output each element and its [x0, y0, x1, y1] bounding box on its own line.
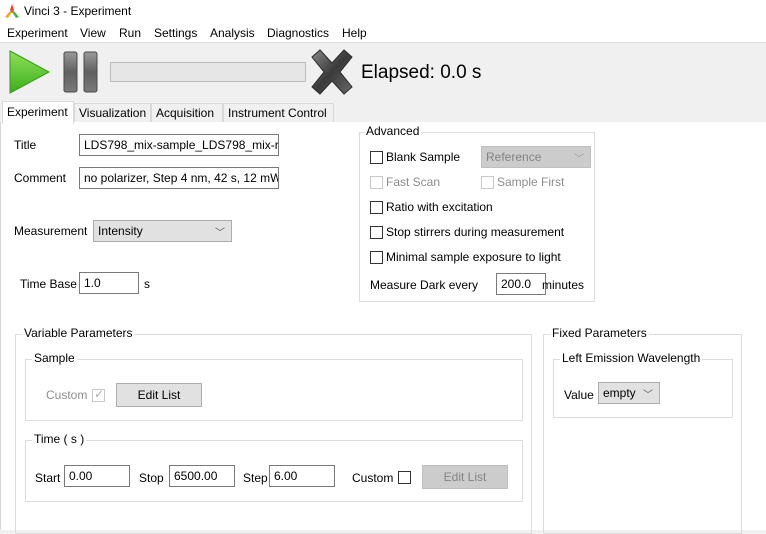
measure-dark-input[interactable]: 200.0 [496, 273, 546, 295]
pause-button[interactable] [62, 51, 100, 93]
timebase-unit: s [144, 277, 150, 291]
menu-run[interactable]: Run [119, 26, 141, 40]
chevron-down-icon: ﹀ [643, 390, 653, 401]
advanced-title: Advanced [364, 124, 422, 138]
stop-stirrers-checkbox[interactable] [370, 226, 383, 239]
chevron-down-icon: ﹀ [574, 154, 584, 165]
stop-label: Stop [139, 471, 164, 485]
timebase-input[interactable]: 1.0 [79, 272, 139, 294]
menu-view[interactable]: View [80, 26, 106, 40]
chevron-down-icon: ﹀ [215, 228, 225, 239]
blank-sample-checkbox[interactable] [370, 151, 383, 164]
time-edit-list-button[interactable]: Edit List [422, 465, 508, 489]
menu-settings[interactable]: Settings [154, 26, 197, 40]
tab-instrument-control[interactable]: Instrument Control [223, 103, 334, 123]
app-logo-icon [5, 4, 19, 18]
sample-edit-list-button[interactable]: Edit List [116, 383, 202, 407]
timebase-label: Time Base [20, 277, 77, 291]
menu-experiment[interactable]: Experiment [7, 26, 68, 40]
blank-sample-label: Blank Sample [386, 150, 461, 164]
title-bar: Vinci 3 - Experiment [0, 0, 766, 23]
measure-dark-label: Measure Dark every [370, 278, 479, 292]
menu-analysis[interactable]: Analysis [210, 26, 255, 40]
comment-input[interactable]: no polarizer, Step 4 nm, 42 s, 12 mW [79, 167, 279, 189]
reference-value: Reference [486, 150, 542, 164]
fixed-parameters-title: Fixed Parameters [550, 326, 649, 340]
stop-input[interactable]: 6500.00 [169, 465, 235, 487]
start-label: Start [35, 471, 61, 485]
step-label: Step [243, 471, 268, 485]
menu-diagnostics[interactable]: Diagnostics [267, 26, 329, 40]
tab-visualization[interactable]: Visualization [74, 103, 151, 123]
sample-custom-checkbox[interactable] [92, 387, 105, 402]
menu-bar: Experiment View Run Settings Analysis Di… [0, 23, 766, 43]
time-title: Time ( s ) [32, 432, 87, 446]
start-input[interactable]: 0.00 [64, 465, 130, 487]
progress-bar [110, 62, 306, 82]
measurement-label: Measurement [14, 224, 88, 238]
tab-bar: Experiment Visualization Acquisition Ins… [0, 101, 766, 124]
window-title: Vinci 3 - Experiment [24, 4, 132, 18]
ratio-excitation-label: Ratio with excitation [386, 200, 493, 214]
sample-title: Sample [32, 351, 77, 365]
sample-first-checkbox[interactable] [481, 176, 494, 189]
tab-experiment[interactable]: Experiment [2, 101, 74, 124]
variable-parameters-group: Variable Parameters Sample Custom Edit L… [15, 326, 532, 534]
fast-scan-checkbox[interactable] [370, 176, 383, 189]
left-emission-value: empty [603, 386, 636, 400]
sample-custom-label: Custom [46, 388, 88, 402]
fixed-parameters-group: Fixed Parameters Left Emission Wavelengt… [543, 326, 742, 534]
left-emission-select[interactable]: empty ﹀ [598, 382, 660, 404]
measurement-select[interactable]: Intensity ﹀ [93, 220, 232, 242]
measure-dark-unit: minutes [542, 278, 585, 292]
left-emission-title: Left Emission Wavelength [560, 351, 703, 365]
reference-select[interactable]: Reference ﹀ [481, 146, 591, 168]
value-label: Value [564, 388, 594, 402]
pause-icon [63, 51, 98, 93]
minimal-exposure-checkbox[interactable] [370, 251, 383, 264]
toolbar: Elapsed: 0.0 s [0, 43, 766, 99]
play-button[interactable] [7, 49, 51, 95]
stop-icon [311, 49, 353, 95]
title-label: Title [14, 138, 37, 152]
time-custom-checkbox[interactable] [398, 471, 411, 484]
advanced-group: Advanced Blank Sample Reference ﹀ Fast S… [359, 124, 595, 302]
title-input[interactable]: LDS798_mix-sample_LDS798_mix-ref [79, 134, 279, 156]
experiment-panel: Title LDS798_mix-sample_LDS798_mix-ref C… [0, 122, 766, 534]
menu-help[interactable]: Help [342, 26, 367, 40]
stop-button[interactable] [308, 47, 356, 97]
fast-scan-label: Fast Scan [386, 175, 441, 189]
minimal-exposure-label: Minimal sample exposure to light [386, 250, 561, 264]
sample-first-label: Sample First [497, 175, 565, 189]
comment-label: Comment [14, 171, 67, 185]
stop-stirrers-label: Stop stirrers during measurement [386, 225, 565, 239]
variable-parameters-title: Variable Parameters [22, 326, 135, 340]
measurement-value: Intensity [98, 224, 143, 238]
elapsed-time: Elapsed: 0.0 s [361, 62, 482, 83]
play-icon [9, 50, 51, 94]
sample-group: Sample Custom Edit List [25, 351, 523, 421]
ratio-excitation-checkbox[interactable] [370, 201, 383, 214]
tab-acquisition[interactable]: Acquisition [151, 103, 223, 123]
time-group: Time ( s ) Start 0.00 Stop 6500.00 Step … [25, 432, 523, 502]
left-emission-group: Left Emission Wavelength Value empty ﹀ [553, 351, 733, 418]
time-custom-label: Custom [352, 471, 394, 485]
step-input[interactable]: 6.00 [269, 465, 335, 487]
